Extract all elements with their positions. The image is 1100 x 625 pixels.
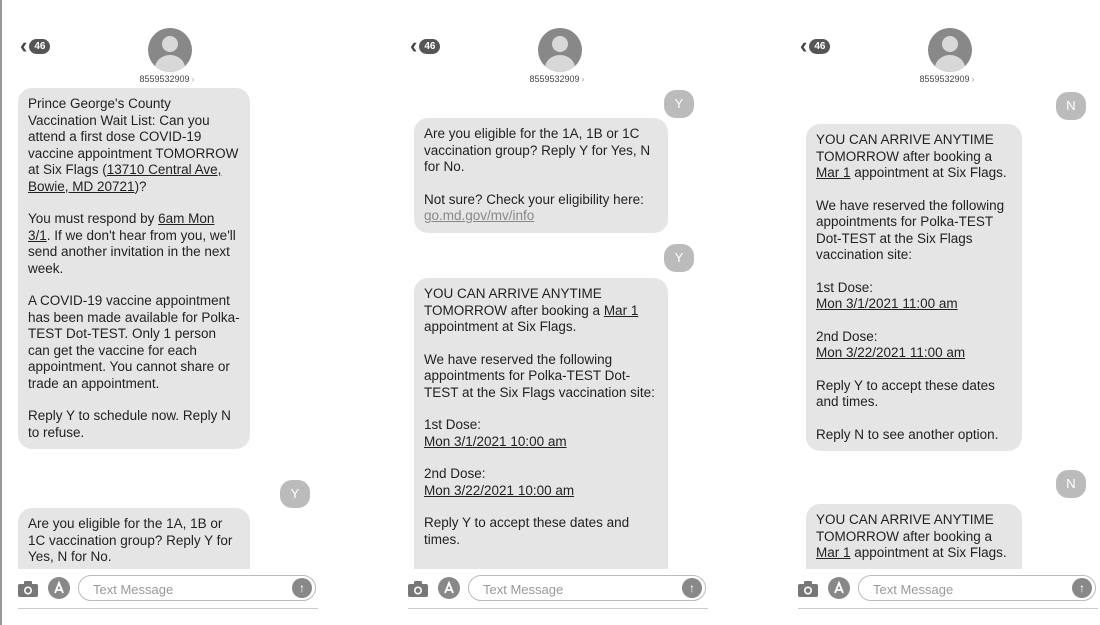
app-store-icon[interactable] bbox=[828, 577, 850, 599]
send-arrow-icon[interactable]: ↑ bbox=[292, 578, 312, 598]
message-bubble-sent: N bbox=[1056, 92, 1086, 120]
date-link[interactable]: Mar 1 bbox=[604, 303, 639, 318]
message-list[interactable]: Prince George's County Vaccination Wait … bbox=[8, 82, 326, 569]
contact-avatar[interactable] bbox=[538, 28, 582, 72]
conversation-header: ‹ 46 8559532909 › bbox=[788, 0, 1100, 84]
message-bubble-received: YOU CAN ARRIVE ANYTIME TOMORROW after bo… bbox=[806, 504, 1022, 569]
message-bubble-sent: Y bbox=[664, 244, 694, 272]
conversation-header: ‹ 46 8559532909 › bbox=[398, 0, 716, 84]
back-button[interactable]: ‹ 46 bbox=[800, 33, 831, 58]
send-arrow-icon[interactable]: ↑ bbox=[1072, 578, 1092, 598]
text-message-input[interactable] bbox=[91, 579, 275, 599]
camera-icon[interactable] bbox=[408, 581, 428, 597]
message-bubble-received: YOU CAN ARRIVE ANYTIME TOMORROW after bo… bbox=[806, 124, 1022, 451]
conversation-header: ‹ 46 8559532909 › bbox=[8, 0, 326, 84]
text-message-input[interactable] bbox=[481, 579, 665, 599]
message-list[interactable]: N YOU CAN ARRIVE ANYTIME TOMORROW after … bbox=[788, 82, 1100, 569]
back-button[interactable]: ‹ 46 bbox=[20, 33, 51, 58]
send-arrow-icon[interactable]: ↑ bbox=[682, 578, 702, 598]
message-bubble-received: Prince George's County Vaccination Wait … bbox=[18, 88, 250, 449]
app-store-icon[interactable] bbox=[48, 577, 70, 599]
text-message-field[interactable]: ↑ bbox=[858, 575, 1096, 601]
date-link[interactable]: Mar 1 bbox=[816, 165, 851, 180]
date-link[interactable]: Mon 3/22/2021 11:00 am bbox=[816, 345, 965, 360]
message-bubble-sent: Y bbox=[664, 90, 694, 118]
date-link[interactable]: Mar 1 bbox=[816, 545, 851, 560]
text-message-field[interactable]: ↑ bbox=[468, 575, 706, 601]
date-link[interactable]: Mon 3/1/2021 10:00 am bbox=[424, 434, 567, 449]
message-list[interactable]: Y Are you eligible for the 1A, 1B or 1C … bbox=[398, 82, 716, 569]
unread-badge: 46 bbox=[29, 38, 51, 54]
divider bbox=[408, 608, 708, 609]
page-left-edge bbox=[0, 0, 2, 625]
message-bubble-sent: Y bbox=[280, 480, 310, 508]
unread-badge: 46 bbox=[419, 38, 441, 54]
contact-avatar[interactable] bbox=[148, 28, 192, 72]
message-bubble-sent: N bbox=[1056, 470, 1086, 498]
divider bbox=[18, 608, 318, 609]
camera-icon[interactable] bbox=[798, 581, 818, 597]
compose-bar: ↑ bbox=[788, 569, 1100, 609]
text-message-input[interactable] bbox=[871, 579, 1055, 599]
message-bubble-received: Are you eligible for the 1A, 1B or 1C va… bbox=[414, 118, 668, 233]
phone-screen-2: ‹ 46 8559532909 › Y Are you eligible for … bbox=[398, 0, 716, 625]
text-message-field[interactable]: ↑ bbox=[78, 575, 316, 601]
message-bubble-received: YOU CAN ARRIVE ANYTIME TOMORROW after bo… bbox=[414, 278, 668, 569]
camera-icon[interactable] bbox=[18, 581, 38, 597]
phone-screen-1: ‹ 46 8559532909 › Prince George's County … bbox=[8, 0, 326, 625]
message-bubble-received: Are you eligible for the 1A, 1B or 1C va… bbox=[18, 508, 250, 569]
chevron-left-icon: ‹ bbox=[410, 33, 418, 58]
chevron-left-icon: ‹ bbox=[800, 33, 808, 58]
app-store-icon[interactable] bbox=[438, 577, 460, 599]
chevron-left-icon: ‹ bbox=[20, 33, 28, 58]
divider bbox=[798, 608, 1098, 609]
phone-screen-3: ‹ 46 8559532909 › N YOU CAN ARRIVE ANYTIM… bbox=[788, 0, 1100, 625]
unread-badge: 46 bbox=[809, 38, 831, 54]
back-button[interactable]: ‹ 46 bbox=[410, 33, 441, 58]
compose-bar: ↑ bbox=[398, 569, 716, 609]
date-link[interactable]: Mon 3/1/2021 11:00 am bbox=[816, 296, 958, 311]
contact-avatar[interactable] bbox=[928, 28, 972, 72]
eligibility-link[interactable]: go.md.gov/mv/info bbox=[424, 208, 534, 223]
compose-bar: ↑ bbox=[8, 569, 326, 609]
date-link[interactable]: Mon 3/22/2021 10:00 am bbox=[424, 483, 574, 498]
